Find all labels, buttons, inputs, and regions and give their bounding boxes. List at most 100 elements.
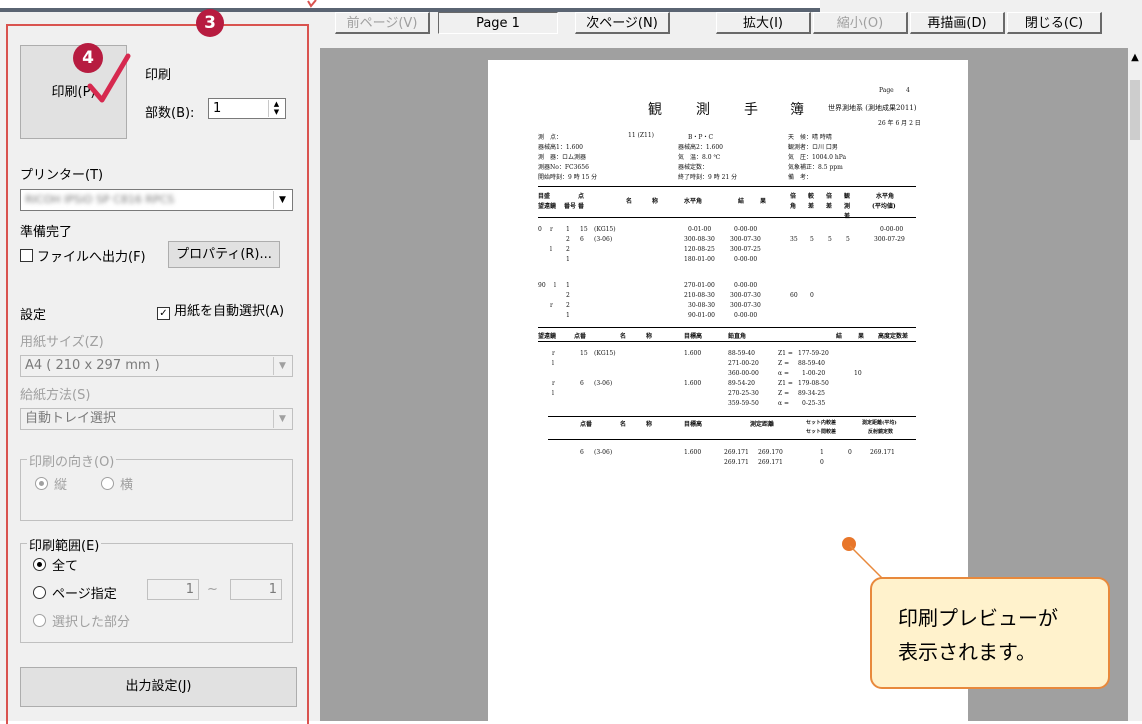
range-pages-radio[interactable]: ページ指定 [33,583,117,602]
print-to-file-label: ファイルへ出力(F) [37,250,146,265]
vr1-c4: 271-00-20 [728,360,759,367]
ar5-c5: 210-08-30 [684,292,715,299]
ar4-c6: 0-00-00 [734,282,758,289]
ar2-c2: 2 [566,246,570,253]
scrollbar-thumb[interactable] [1130,80,1140,140]
radio-icon[interactable] [33,614,46,627]
ar7-c6: 0-00-00 [734,312,758,319]
th-telescope: 望遠鏡 [538,203,557,210]
doc-instrument: 測 器：ロム測器 [538,154,587,161]
dh-between-diff: セット間較差 [806,429,837,435]
checkbox-icon[interactable] [20,249,33,262]
ar2-c1: l [550,246,552,253]
dr0-c1: (3-06) [594,449,613,456]
callout-box: 印刷プレビューが 表示されます。 [870,577,1110,689]
ar4-c2: 1 [566,282,570,289]
checkbox-checked-icon[interactable]: ✓ [157,307,170,320]
zoom-in-button[interactable]: 拡大(I) [716,12,811,34]
doc-weather: 天 候：晴 時晴 [788,134,832,141]
vr3-c5: Z1 = [778,380,793,387]
dr0-c7: 269.171 [870,449,895,456]
doc-end-time: 終了時刻：9 時 21 分 [678,174,738,181]
th-point-no: 番 [578,203,585,210]
printer-select[interactable]: RICOH IPSiO SP C816 RPCS ▼ [20,189,293,211]
vr4-c6: 89-34-25 [798,390,825,397]
vr5-c4: 359-59-50 [728,400,759,407]
prev-page-button[interactable]: 前ページ(V) [335,12,430,34]
copies-stepper[interactable]: ▲ ▼ [268,100,284,117]
range-to-input[interactable]: 1 [230,579,282,600]
doc-page-number: 4 [906,87,910,94]
vr2-c6: 1-00-20 [802,370,826,377]
vh-name: 名 [620,333,627,340]
orientation-portrait-radio[interactable]: 縦 [35,474,67,493]
top-band-right [820,0,1142,12]
properties-button[interactable]: プロパティ(R)... [168,241,280,268]
page-indicator: Page 1 [438,12,558,34]
th-result: 結 [738,198,745,205]
dh-name: 名 [620,421,627,428]
copies-value: 1 [213,101,222,116]
redraw-button[interactable]: 再描画(D) [910,12,1005,34]
auto-select-paper-checkbox[interactable]: ✓ 用紙を自動選択(A) [157,300,284,320]
doc-title-1: 観 [648,102,662,118]
table-rule [538,217,916,218]
vr0-c2: (KG15) [594,350,616,357]
next-page-button[interactable]: 次ページ(N) [575,12,670,34]
th-point: 点 [578,193,585,200]
output-settings-button[interactable]: 出力設定(J) [20,667,297,707]
radio-selected-icon[interactable] [35,477,48,490]
copies-input[interactable]: 1 ▲ ▼ [208,98,286,119]
chevron-down-icon[interactable]: ▼ [273,191,291,209]
zoom-out-button[interactable]: 縮小(O) [813,12,908,34]
vr5-c6: 0-25-35 [802,400,826,407]
checkmark-icon [87,53,131,103]
paper-size-select[interactable]: A4 ( 210 x 297 mm ) ▼ [20,355,293,377]
th-horizontal-angle: 水平角 [684,198,703,205]
radio-icon[interactable] [33,586,46,599]
range-all-radio[interactable]: 全て [33,555,78,574]
vr1-c5: Z = [778,360,790,367]
radio-icon[interactable] [101,477,114,490]
vr3-c0: r [552,380,555,387]
feed-select[interactable]: 自動トレイ選択 ▼ [20,408,293,430]
vr2-c4: 360-00-00 [728,370,759,377]
ar1-c9: 5 [828,236,832,243]
range-selection-label: 選択した部分 [52,615,131,630]
ar1-c6: 300-07-30 [730,236,761,243]
dh-name-2: 称 [646,421,653,428]
vh-name-2: 称 [646,333,653,340]
scroll-up-icon[interactable]: ▲ [1128,52,1142,63]
ar1-c7: 35 [790,236,798,243]
dh-point-no: 点番 [580,421,593,428]
copies-label: 部数(B): [145,106,195,121]
doc-bpc: B・P・C [688,134,714,141]
stepper-up-icon[interactable]: ▲ [269,100,284,108]
radio-selected-icon[interactable] [33,558,46,571]
ar5-c6: 300-07-30 [730,292,761,299]
vr3-c2: (3-06) [594,380,613,387]
paper-size-value: A4 ( 210 x 297 mm ) [25,358,160,373]
dr0-c4: 269.170 [758,449,783,456]
vr0-c6: 177-59-20 [798,350,829,357]
th-scale: 目盛 [538,193,551,200]
dr1-c5: 0 [820,459,824,466]
callout-text: 印刷プレビューが 表示されます。 [898,601,1058,669]
chevron-down-icon[interactable]: ▼ [273,357,291,375]
vr2-c7: 10 [854,370,862,377]
print-heading: 印刷 [145,68,172,83]
range-selection-radio[interactable]: 選択した部分 [33,611,130,630]
orientation-landscape-radio[interactable]: 横 [101,474,133,493]
doc-page-label: Page [879,87,894,94]
print-to-file-checkbox[interactable]: ファイルへ出力(F) [20,246,146,265]
stepper-down-icon[interactable]: ▼ [269,108,284,116]
doc-system: 世界測地系 (測地成果2011) [828,104,917,112]
printer-name: RICOH IPSiO SP C816 RPCS [25,193,175,206]
chevron-down-icon[interactable]: ▼ [273,410,291,428]
dr0-c6: 0 [848,449,852,456]
ar0-c2: 1 [566,226,570,233]
range-from-input[interactable]: 1 [147,579,199,600]
close-button[interactable]: 閉じる(C) [1007,12,1102,34]
th-result-2: 果 [760,198,767,205]
preview-scrollbar[interactable]: ▲ [1128,48,1142,721]
